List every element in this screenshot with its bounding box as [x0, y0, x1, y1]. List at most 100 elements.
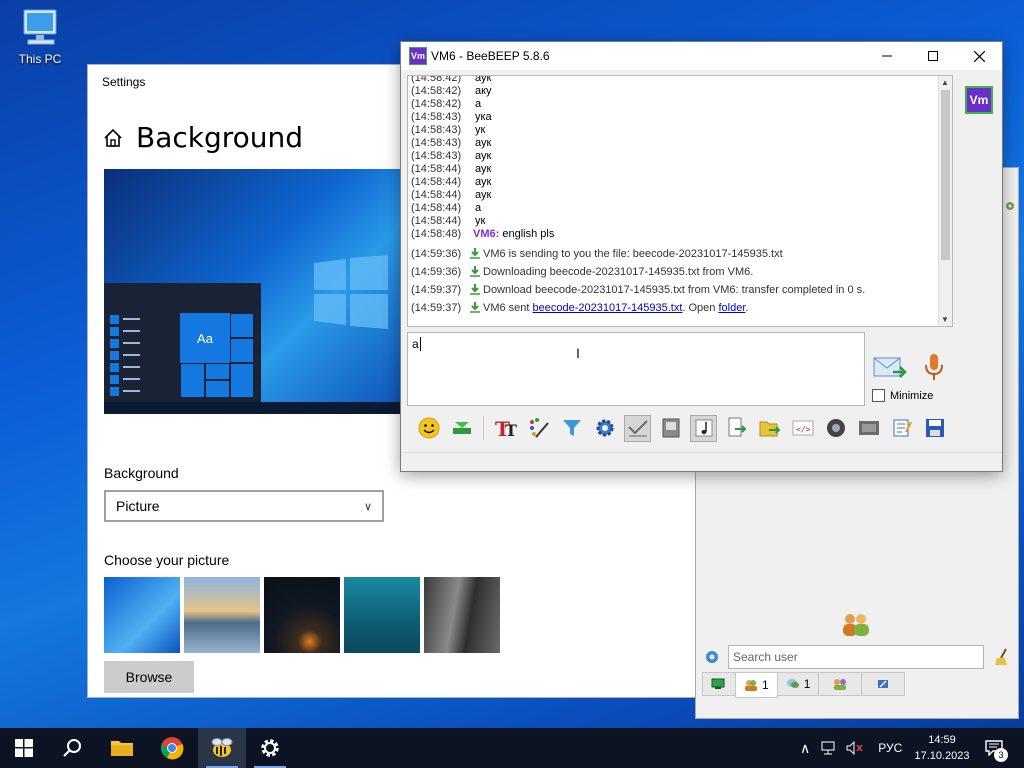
chat-scrollbar[interactable]: ▲ ▼: [938, 76, 952, 326]
chat-message-with-sender: (14:58:48) VM6: english pls: [411, 228, 555, 240]
groups-icon: [834, 679, 847, 690]
settings-header: Background: [102, 121, 303, 154]
minimize-checkbox[interactable]: [872, 389, 885, 402]
tab-file-sharing[interactable]: [861, 672, 906, 696]
chat-message-area[interactable]: (14:58:42) аук (14:58:42) аку (14:58:42) а …: [407, 75, 953, 327]
chat-titlebar[interactable]: Vm VM6 - BeeBEEP 5.8.6: [401, 42, 1002, 70]
maximize-window-button[interactable]: [910, 42, 956, 70]
maximize-icon: [928, 51, 938, 61]
clock-date: 17.10.2023: [914, 750, 970, 762]
chrome-icon: [161, 737, 184, 760]
dictionary-button[interactable]: [657, 415, 684, 442]
choose-picture-label: Choose your picture: [104, 552, 230, 568]
download-arrow-icon: [470, 266, 480, 277]
show-emoticons-panel-button[interactable]: [448, 415, 475, 442]
settings-icon[interactable]: [1004, 200, 1016, 212]
chevron-down-icon: ∨: [363, 501, 372, 513]
taskbar-settings[interactable]: [246, 728, 294, 768]
code-snippet-button[interactable]: </>: [789, 415, 816, 442]
avatar[interactable]: Vm: [965, 86, 993, 114]
send-file-button[interactable]: [723, 415, 750, 442]
minimize-icon: [882, 55, 892, 57]
screenshot-button[interactable]: [822, 415, 849, 442]
user-panel-tabs: 1 1: [702, 672, 906, 698]
gear-icon[interactable]: [704, 649, 720, 665]
search-icon: [63, 739, 81, 757]
sound-button[interactable]: [690, 414, 717, 442]
system-message-file-sent: (14:59:37) VM6 sent beecode-20231017-1459…: [411, 302, 749, 314]
beebeep-app-icon: Vm: [409, 47, 427, 65]
clear-search-icon[interactable]: [994, 648, 1010, 666]
tab-chats-count: 1: [803, 677, 811, 691]
font-button[interactable]: TT: [492, 415, 519, 442]
picture-thumbnail[interactable]: [184, 577, 260, 653]
message-input[interactable]: a I: [407, 332, 865, 406]
taskbar-file-explorer[interactable]: [98, 728, 146, 768]
minimize-window-button[interactable]: [864, 42, 910, 70]
chat-message: (14:58:42) аку: [411, 85, 492, 97]
chat-member-sidebar: Vm: [961, 72, 997, 408]
chat-settings-button[interactable]: [591, 415, 618, 442]
tab-network[interactable]: [702, 672, 736, 696]
action-center-button[interactable]: [972, 728, 1016, 768]
taskbar-beebeep[interactable]: [198, 728, 246, 768]
start-button[interactable]: [0, 728, 48, 768]
check-icon: [627, 420, 648, 437]
windows-logo-icon: [314, 255, 388, 329]
send-message-icon[interactable]: [873, 354, 907, 382]
picture-thumbnail[interactable]: [264, 577, 340, 653]
chat-message: (14:58:43) аук: [411, 150, 492, 162]
network-icon[interactable]: [820, 741, 836, 755]
users-group-icon: [843, 614, 869, 636]
network-icon: [711, 678, 725, 689]
minimize-option[interactable]: Minimize: [872, 389, 933, 402]
beebeep-chat-window: Vm VM6 - BeeBEEP 5.8.6 (14:58:42) аук (14…: [401, 42, 1002, 471]
system-message: (14:59:36) Downloading beecode-20231017-1…: [411, 266, 754, 278]
sent-file-link[interactable]: beecode-20231017-145935.txt: [533, 302, 683, 314]
language-indicator[interactable]: РУС: [878, 741, 902, 755]
download-arrow-icon: [470, 302, 480, 313]
chat-window-title: VM6 - BeeBEEP 5.8.6: [431, 49, 550, 63]
tab-groups[interactable]: [818, 672, 863, 696]
taskbar-chrome[interactable]: [148, 728, 196, 768]
picture-thumbnails: [104, 577, 500, 653]
spell-check-button[interactable]: [624, 414, 651, 442]
users-icon: [745, 680, 757, 691]
save-button[interactable]: [921, 415, 948, 442]
tab-users[interactable]: 1: [735, 672, 778, 698]
picture-thumbnail[interactable]: [104, 577, 180, 653]
taskbar-search-button[interactable]: [48, 728, 96, 768]
open-folder-link[interactable]: folder: [718, 302, 745, 314]
send-folder-button[interactable]: [756, 415, 783, 442]
system-message: (14:59:36) VM6 is sending to you the file…: [411, 248, 783, 260]
background-label: Background: [104, 465, 179, 481]
chevron-up-icon[interactable]: ∧: [800, 740, 810, 757]
start-menu-preview: Aa: [104, 283, 261, 402]
search-user-input[interactable]: [728, 645, 984, 669]
home-icon[interactable]: [102, 127, 124, 149]
text-cursor-icon: I: [576, 345, 580, 361]
picture-thumbnail[interactable]: [424, 577, 500, 653]
scrollbar-thumb[interactable]: [941, 90, 950, 260]
download-arrow-icon: [470, 248, 480, 259]
voice-message-icon[interactable]: [923, 352, 945, 382]
browse-button[interactable]: Browse: [104, 661, 194, 693]
notes-button[interactable]: [888, 415, 915, 442]
chat-toolbar: TT </>: [407, 411, 997, 445]
filter-messages-button[interactable]: [558, 415, 585, 442]
close-window-button[interactable]: [956, 42, 1002, 70]
chat-message: (14:58:43) аук: [411, 137, 492, 149]
file-share-icon: [878, 680, 889, 688]
picture-thumbnail[interactable]: [344, 577, 420, 653]
volume-muted-icon[interactable]: [846, 741, 864, 755]
taskbar-clock[interactable]: 14:59 17.10.2023: [910, 732, 974, 764]
font-color-button[interactable]: [525, 415, 552, 442]
tab-chats[interactable]: 1: [776, 672, 820, 696]
background-type-dropdown[interactable]: Picture ∨: [104, 490, 384, 522]
desktop-icon-this-pc[interactable]: This PC: [12, 8, 68, 66]
this-pc-icon: [23, 9, 57, 45]
system-tray: ∧ РУС: [800, 728, 902, 768]
emoticons-button[interactable]: [415, 415, 442, 442]
save-chat-button[interactable]: [855, 415, 882, 442]
chat-message: (14:58:44) аук: [411, 163, 492, 175]
